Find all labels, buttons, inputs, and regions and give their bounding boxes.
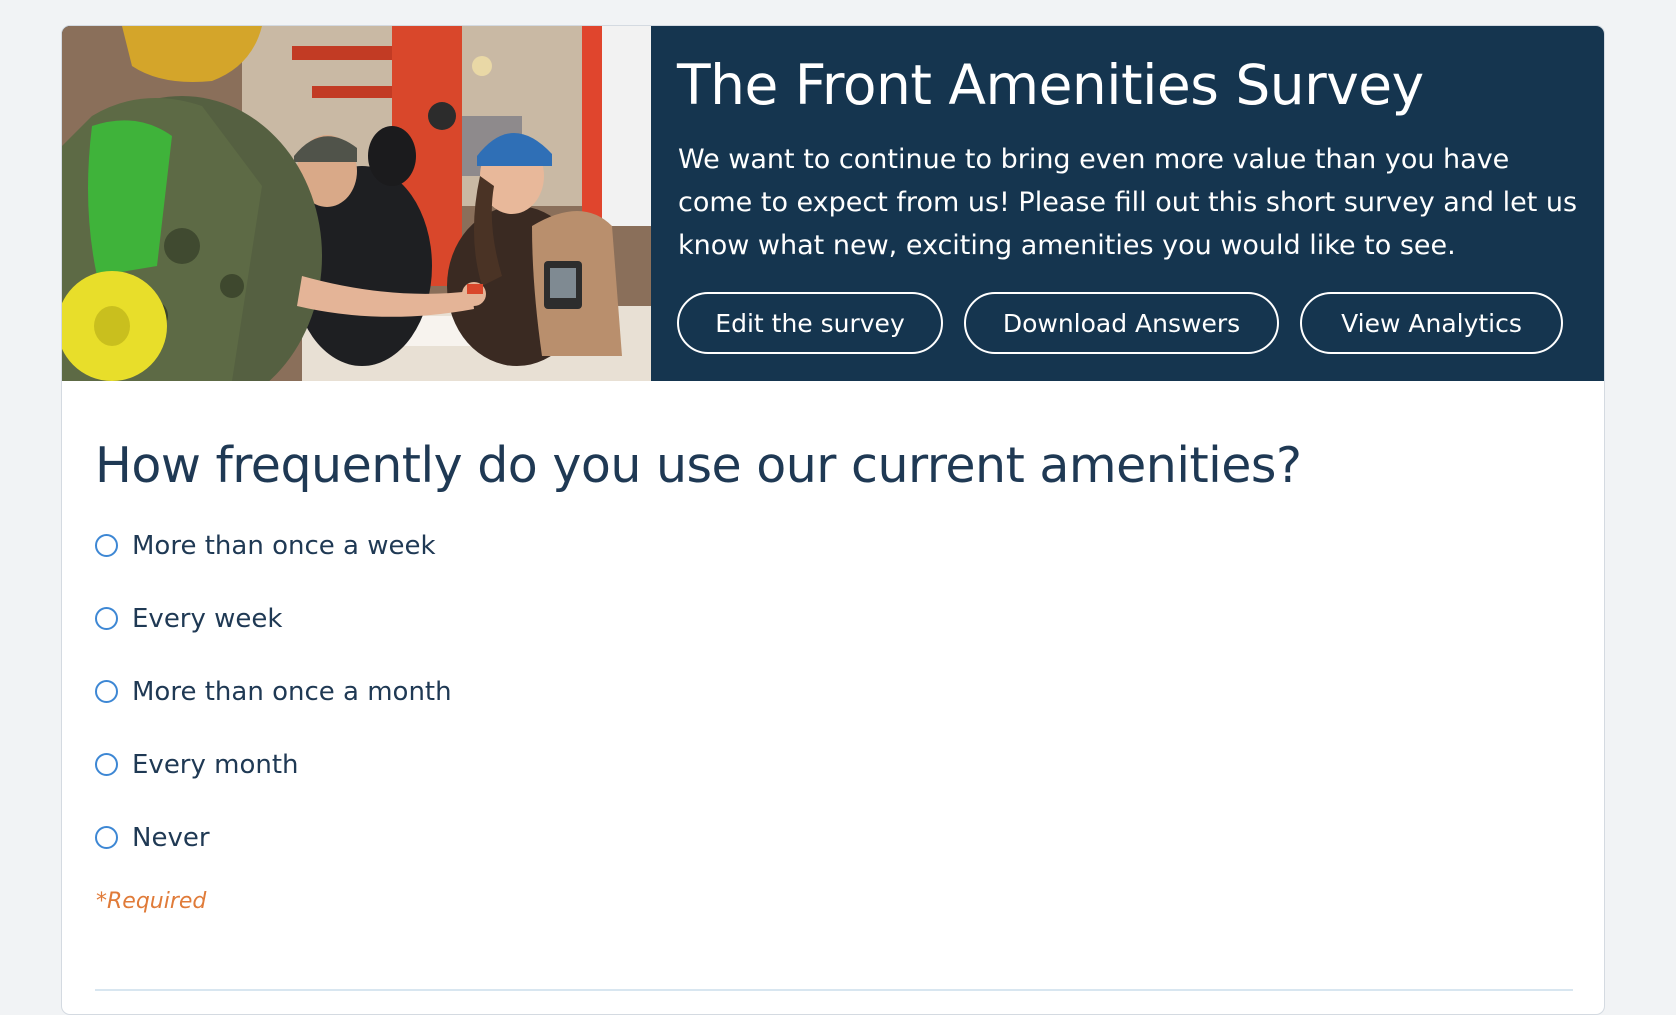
radio-button[interactable]: [95, 534, 118, 557]
view-analytics-button[interactable]: View Analytics: [1300, 292, 1563, 354]
question-title: How frequently do you use our current am…: [95, 437, 1302, 494]
answer-option-label: Never: [132, 822, 210, 853]
answer-option[interactable]: More than once a week: [95, 509, 452, 582]
survey-actions: Edit the survey Download Answers View An…: [677, 292, 1563, 354]
banner-photo: [62, 26, 651, 381]
radio-button[interactable]: [95, 826, 118, 849]
answer-option-label: More than once a month: [132, 676, 452, 707]
survey-card: The Front Amenities Survey We want to co…: [61, 25, 1605, 1015]
answer-option-label: Every week: [132, 603, 283, 634]
radio-button[interactable]: [95, 680, 118, 703]
answer-option[interactable]: Every month: [95, 728, 452, 801]
answer-option[interactable]: Every week: [95, 582, 452, 655]
radio-button[interactable]: [95, 607, 118, 630]
answer-option[interactable]: More than once a month: [95, 655, 452, 728]
required-label: *Required: [96, 889, 207, 914]
answer-option-label: Every month: [132, 749, 299, 780]
survey-title: The Front Amenities Survey: [677, 53, 1424, 117]
download-answers-button[interactable]: Download Answers: [964, 292, 1279, 354]
radio-button[interactable]: [95, 753, 118, 776]
answer-option[interactable]: Never: [95, 801, 452, 874]
edit-survey-button[interactable]: Edit the survey: [677, 292, 943, 354]
survey-banner: The Front Amenities Survey We want to co…: [62, 26, 1604, 381]
answer-option-label: More than once a week: [132, 530, 436, 561]
section-divider: [95, 989, 1573, 991]
survey-description: We want to continue to bring even more v…: [678, 144, 1578, 261]
answer-options: More than once a week Every week More th…: [95, 509, 452, 874]
